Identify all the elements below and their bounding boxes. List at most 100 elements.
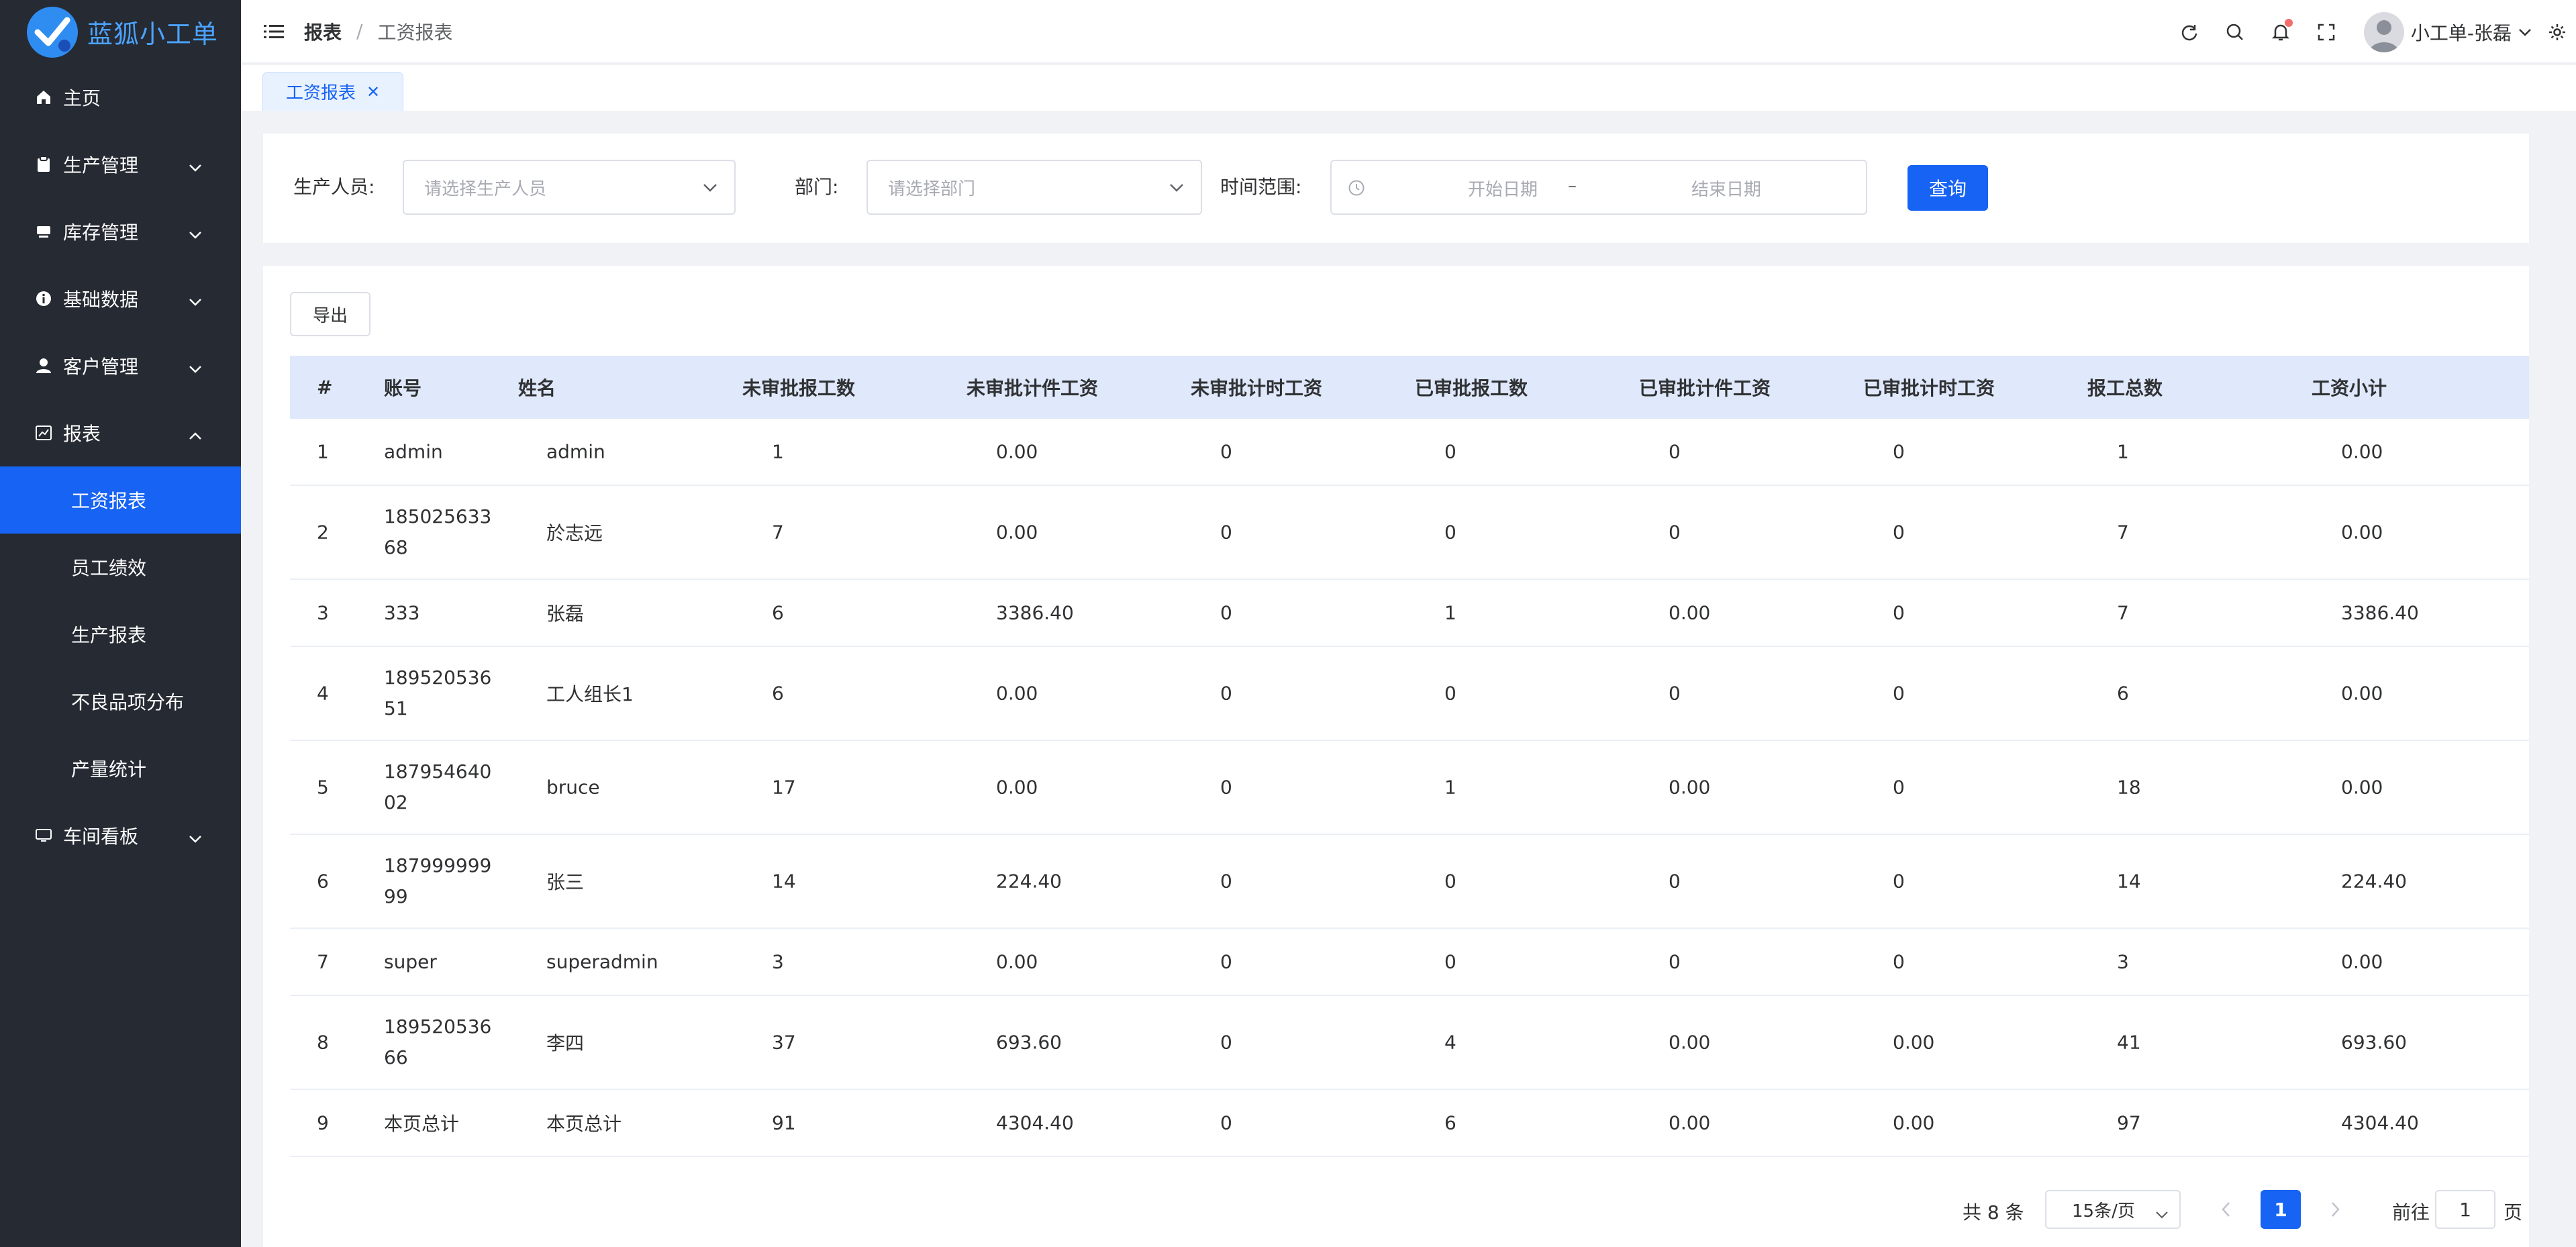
chevron-down-icon bbox=[2155, 1205, 2169, 1225]
bell-icon[interactable] bbox=[2258, 18, 2303, 42]
menu-toggle-icon[interactable] bbox=[264, 23, 284, 40]
col-header-wage-subtotal: 工资小计 bbox=[2312, 377, 2387, 399]
page-size-value: 15条/页 bbox=[2072, 1201, 2135, 1221]
sidebar-subitem-production-report[interactable]: 生产报表 bbox=[0, 601, 241, 668]
table-row-page-total[interactable]: 9 本页总计 本页总计 91 4304.40 0 6 0.00 0.00 97 … bbox=[290, 1090, 2529, 1157]
producer-select[interactable]: 请选择生产人员 bbox=[403, 160, 736, 215]
app-logo[interactable]: 蓝狐小工单 bbox=[0, 0, 241, 64]
settings-gear-icon[interactable] bbox=[2538, 23, 2576, 42]
cell-approved-piece-wage: 0 bbox=[1669, 440, 1681, 463]
sidebar-subitem-label: 产量统计 bbox=[71, 758, 147, 781]
fullscreen-icon[interactable] bbox=[2303, 23, 2349, 42]
sidebar-item-production[interactable]: 生产管理 bbox=[0, 131, 241, 198]
cell-wage-subtotal: 0.00 bbox=[2341, 776, 2383, 799]
col-header-account: 账号 bbox=[384, 377, 422, 399]
table-row[interactable]: 4 18952053651 工人组长1 6 0.00 0 0 0 0 6 0.0… bbox=[290, 647, 2529, 741]
clock-icon bbox=[1348, 179, 1365, 201]
sidebar-item-label: 生产管理 bbox=[63, 154, 139, 177]
pagination-total: 共 8 条 bbox=[1963, 1201, 2024, 1224]
breadcrumb: 报表 / 工资报表 bbox=[304, 18, 452, 45]
producer-label: 生产人员: bbox=[293, 176, 375, 198]
table-row[interactable]: 6 18799999999 张三 14 224.40 0 0 0 0 14 22… bbox=[290, 835, 2529, 929]
table-row[interactable]: 8 18952053666 李四 37 693.60 0 4 0.00 0.00… bbox=[290, 996, 2529, 1090]
cell-wage-subtotal: 0.00 bbox=[2341, 950, 2383, 973]
cell-unapproved-piece-wage: 0.00 bbox=[996, 682, 1038, 705]
page-suffix-label: 页 bbox=[2504, 1201, 2523, 1224]
breadcrumb-item-current: 工资报表 bbox=[377, 21, 453, 44]
cell-unapproved-piece-wage: 693.60 bbox=[996, 1031, 1062, 1054]
cell-index: 3 bbox=[317, 601, 329, 624]
refresh-icon[interactable] bbox=[2167, 23, 2212, 42]
sidebar-subitem-salary-report[interactable]: 工资报表 bbox=[0, 466, 241, 534]
page-size-select[interactable]: 15条/页 bbox=[2045, 1190, 2181, 1229]
range-separator: – bbox=[1568, 176, 1577, 196]
breadcrumb-item-reports[interactable]: 报表 bbox=[304, 18, 342, 45]
cell-account: 18799999999 bbox=[384, 854, 492, 907]
search-icon[interactable] bbox=[2212, 23, 2258, 42]
sidebar-item-basic-data[interactable]: 基础数据 bbox=[0, 265, 241, 332]
page-number-current[interactable]: 1 bbox=[2261, 1190, 2301, 1229]
department-label: 部门: bbox=[795, 176, 839, 198]
table-row[interactable]: 3 333 张磊 6 3386.40 0 1 0.00 0 7 3386.40 bbox=[290, 580, 2529, 647]
table-row[interactable]: 7 super superadmin 3 0.00 0 0 0 0 3 0.00 bbox=[290, 929, 2529, 996]
end-date-input[interactable]: 结束日期 bbox=[1652, 176, 1800, 201]
home-icon bbox=[35, 89, 52, 106]
table-row[interactable]: 2 18502563368 於志远 7 0.00 0 0 0 0 7 0.00 bbox=[290, 486, 2529, 580]
tab-salary-report[interactable]: 工资报表 ✕ bbox=[262, 72, 403, 111]
cell-name: 於志远 bbox=[546, 522, 603, 544]
cell-approved-piece-wage: 0 bbox=[1669, 870, 1681, 893]
export-button[interactable]: 导出 bbox=[290, 292, 370, 336]
chevron-left-icon[interactable] bbox=[2220, 1199, 2233, 1224]
avatar[interactable] bbox=[2363, 11, 2404, 52]
header-actions: 小工单-张磊 bbox=[2167, 0, 2576, 64]
cell-approved-count: 6 bbox=[1444, 1111, 1456, 1134]
clipboard-icon bbox=[35, 156, 52, 173]
col-header-approved-time-wage: 已审批计时工资 bbox=[1863, 377, 1995, 399]
chevron-down-icon bbox=[189, 155, 202, 177]
department-placeholder: 请选择部门 bbox=[888, 179, 976, 199]
cell-approved-count: 0 bbox=[1444, 870, 1456, 893]
chevron-down-icon bbox=[189, 356, 202, 379]
goto-page-input[interactable]: 1 bbox=[2435, 1190, 2495, 1229]
cell-unapproved-count: 6 bbox=[772, 682, 784, 705]
cell-index: 4 bbox=[317, 682, 329, 705]
sidebar-item-inventory[interactable]: 库存管理 bbox=[0, 198, 241, 265]
sidebar-subitem-defect-distribution[interactable]: 不良品项分布 bbox=[0, 668, 241, 735]
date-range-picker[interactable]: 开始日期 – 结束日期 bbox=[1330, 160, 1867, 215]
sidebar-item-label: 客户管理 bbox=[63, 356, 139, 378]
cell-approved-piece-wage: 0.00 bbox=[1669, 601, 1711, 624]
table-row[interactable]: 5 18795464002 bruce 17 0.00 0 1 0.00 0 1… bbox=[290, 741, 2529, 835]
cell-index: 6 bbox=[317, 870, 329, 893]
cell-approved-piece-wage: 0 bbox=[1669, 950, 1681, 973]
sidebar-item-workshop-board[interactable]: 车间看板 bbox=[0, 802, 241, 869]
cell-approved-count: 4 bbox=[1444, 1031, 1456, 1054]
username[interactable]: 小工单-张磊 bbox=[2411, 19, 2512, 46]
sidebar-item-reports[interactable]: 报表 bbox=[0, 399, 241, 466]
cell-name: superadmin bbox=[546, 950, 658, 973]
department-select[interactable]: 请选择部门 bbox=[866, 160, 1202, 215]
sidebar-item-label: 报表 bbox=[63, 423, 101, 445]
table-row[interactable]: 1 admin admin 1 0.00 0 0 0 0 1 0.00 bbox=[290, 419, 2529, 486]
chevron-down-icon bbox=[189, 222, 202, 244]
goto-label: 前往 bbox=[2392, 1201, 2430, 1224]
chevron-down-icon bbox=[189, 289, 202, 311]
sidebar-subitem-output-stats[interactable]: 产量统计 bbox=[0, 735, 241, 802]
cell-approved-count: 0 bbox=[1444, 682, 1456, 705]
chevron-down-icon[interactable] bbox=[2512, 28, 2538, 37]
notification-dot bbox=[2284, 18, 2293, 27]
cell-account: 18795464002 bbox=[384, 760, 492, 813]
chevron-right-icon[interactable] bbox=[2328, 1199, 2342, 1224]
chevron-down-icon bbox=[189, 826, 202, 848]
cell-unapproved-time-wage: 0 bbox=[1220, 950, 1232, 973]
cell-approved-time-wage: 0 bbox=[1893, 870, 1905, 893]
close-icon[interactable]: ✕ bbox=[366, 83, 380, 101]
sidebar-subitem-employee-performance[interactable]: 员工绩效 bbox=[0, 534, 241, 601]
sidebar-item-customers[interactable]: 客户管理 bbox=[0, 332, 241, 399]
start-date-input[interactable]: 开始日期 bbox=[1429, 176, 1577, 201]
cell-approved-time-wage: 0.00 bbox=[1893, 1031, 1935, 1054]
sidebar-item-home[interactable]: 主页 bbox=[0, 64, 241, 131]
cell-wage-subtotal: 0.00 bbox=[2341, 682, 2383, 705]
sidebar-subitem-label: 工资报表 bbox=[71, 490, 147, 512]
query-button[interactable]: 查询 bbox=[1908, 165, 1988, 211]
cell-approved-time-wage: 0 bbox=[1893, 950, 1905, 973]
